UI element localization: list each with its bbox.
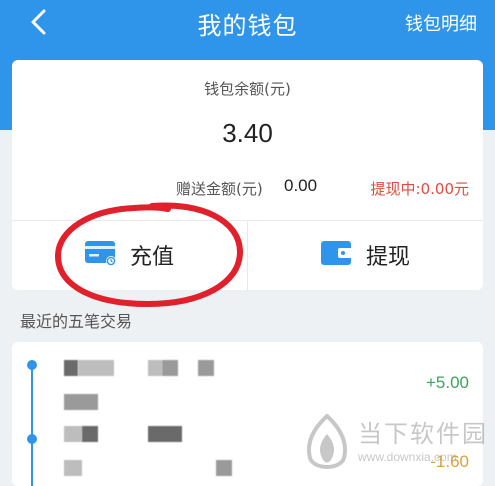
timeline-dot — [27, 434, 37, 444]
timeline — [31, 362, 33, 486]
recharge-label: 充值 — [130, 245, 175, 270]
withdraw-label: 提现 — [366, 245, 411, 270]
timeline-dot — [27, 360, 37, 370]
transaction-amount: +5.00 — [425, 373, 469, 392]
balance-label: 钱包余额(元) — [204, 80, 291, 98]
transaction-amount: -1.60 — [430, 452, 469, 471]
redacted-text — [64, 426, 82, 442]
redacted-text — [148, 360, 162, 376]
wallet-detail-link[interactable]: 钱包明细 — [405, 10, 477, 36]
recent-transactions-title: 最近的五笔交易 — [20, 312, 133, 331]
redacted-text — [148, 426, 182, 442]
recharge-button[interactable]: 充值 — [12, 221, 247, 290]
redacted-text — [64, 460, 82, 476]
transaction-list: +5.00 -1.60 — [12, 342, 483, 486]
redacted-text — [198, 360, 214, 376]
redacted-text — [64, 394, 98, 410]
redacted-text — [216, 460, 232, 476]
redacted-text — [82, 426, 98, 442]
gift-amount-value: 0.00 — [284, 176, 318, 195]
withdraw-button[interactable]: 提现 — [248, 221, 483, 290]
redacted-text — [64, 360, 78, 376]
wallet-card: 钱包余额(元) 3.40 赠送金额(元) 0.00 提现中:0.00元 充值 提… — [12, 60, 483, 290]
credit-card-icon — [85, 241, 116, 266]
redacted-text — [162, 360, 178, 376]
redacted-text — [78, 360, 114, 376]
gift-amount-label: 赠送金额(元) — [176, 180, 263, 198]
withdrawing-status: 提现中:0.00元 — [370, 180, 469, 198]
wallet-icon — [321, 241, 352, 265]
balance-value: 3.40 — [222, 118, 273, 148]
